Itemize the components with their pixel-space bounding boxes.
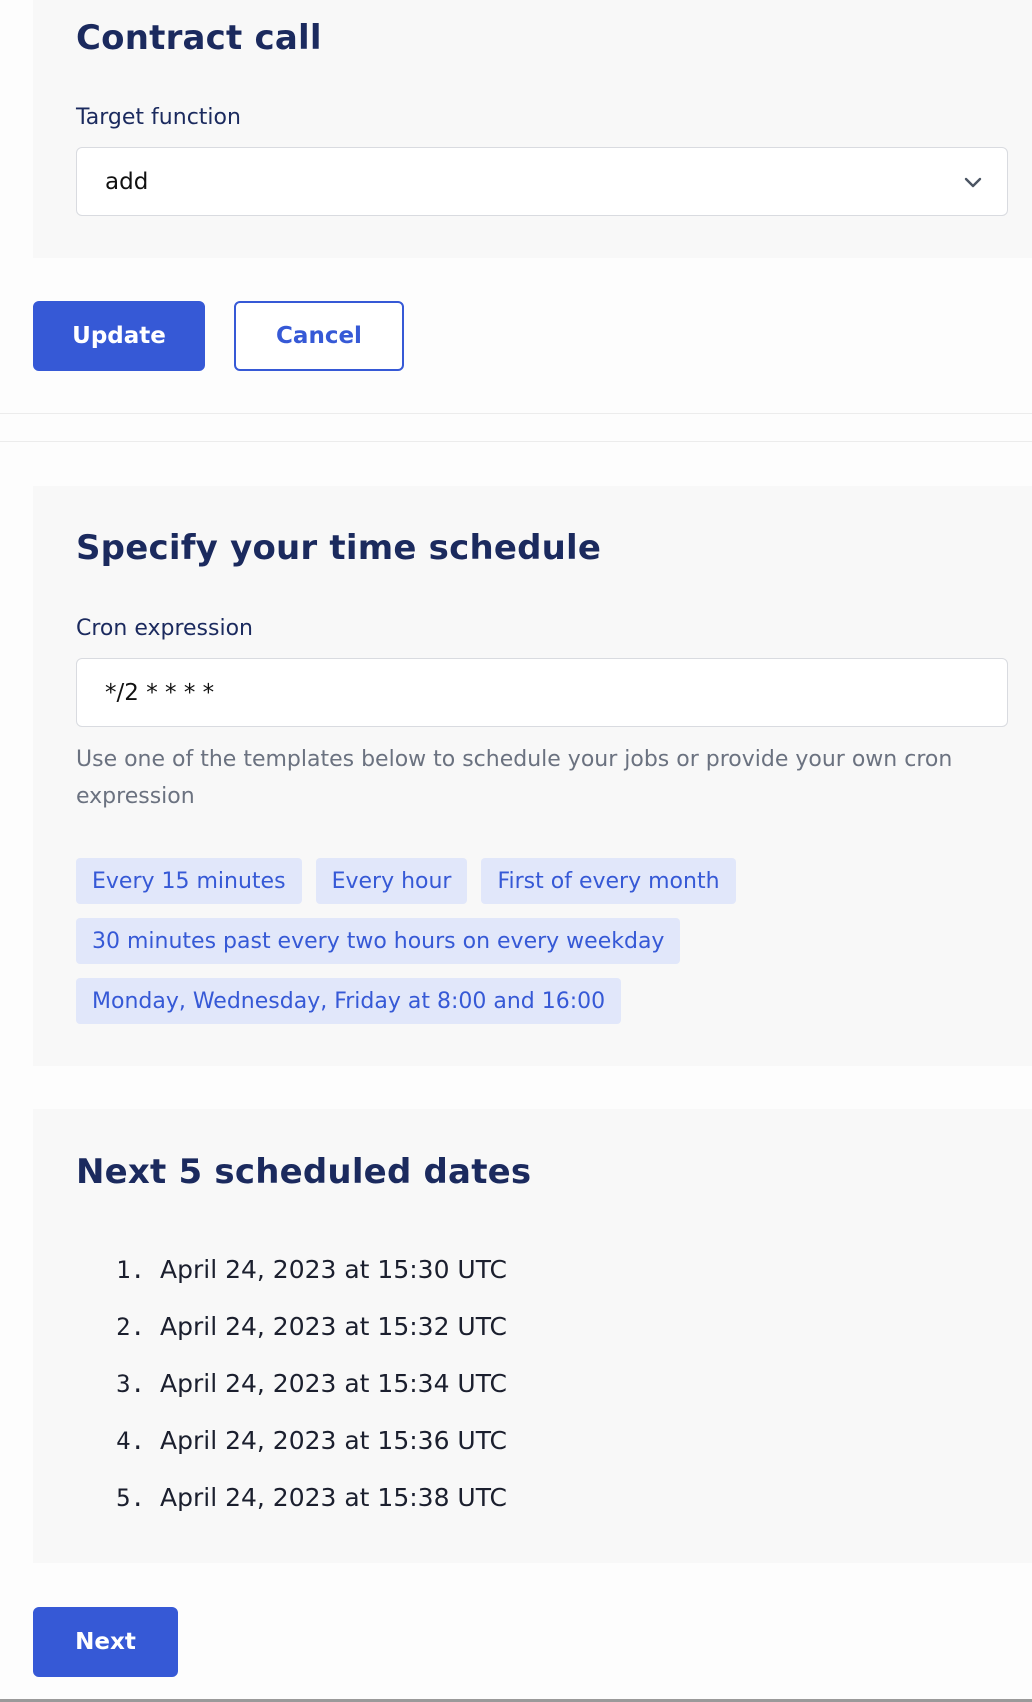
cancel-button[interactable]: Cancel: [234, 301, 404, 371]
scheduled-dates-list: 1. April 24, 2023 at 15:30 UTC 2. April …: [113, 1241, 507, 1526]
template-chip-every-hour[interactable]: Every hour: [315, 858, 468, 904]
divider: [0, 413, 1032, 414]
contract-call-panel: Contract call Target function add: [33, 0, 1032, 258]
target-function-select[interactable]: add: [76, 147, 1008, 216]
date-text: April 24, 2023 at 15:38 UTC: [160, 1483, 507, 1512]
date-text: April 24, 2023 at 15:36 UTC: [160, 1426, 507, 1455]
template-chip-first-of-month[interactable]: First of every month: [481, 858, 736, 904]
chevron-down-icon: [964, 177, 982, 188]
next-button[interactable]: Next: [33, 1607, 178, 1677]
target-function-value: add: [105, 168, 149, 195]
next-dates-title: Next 5 scheduled dates: [76, 1152, 532, 1192]
contract-call-title: Contract call: [76, 18, 322, 58]
date-number: 4.: [116, 1426, 145, 1455]
cron-expression-value: */2 * * * *: [105, 679, 215, 706]
template-chip-weekday-two-hours[interactable]: 30 minutes past every two hours on every…: [76, 918, 681, 964]
update-button[interactable]: Update: [33, 301, 205, 371]
divider: [0, 441, 1032, 442]
next-dates-panel: Next 5 scheduled dates 1. April 24, 2023…: [33, 1109, 1032, 1563]
time-schedule-title: Specify your time schedule: [76, 528, 602, 568]
date-number: 5.: [116, 1483, 145, 1512]
list-item: 2. April 24, 2023 at 15:32 UTC: [113, 1298, 507, 1355]
date-number: 1.: [116, 1255, 145, 1284]
cron-expression-label: Cron expression: [76, 616, 253, 641]
list-item: 3. April 24, 2023 at 15:34 UTC: [113, 1355, 507, 1412]
list-item: 4. April 24, 2023 at 15:36 UTC: [113, 1412, 507, 1469]
template-chip-mwf[interactable]: Monday, Wednesday, Friday at 8:00 and 16…: [76, 978, 622, 1024]
date-text: April 24, 2023 at 15:34 UTC: [160, 1369, 507, 1398]
list-item: 5. April 24, 2023 at 15:38 UTC: [113, 1469, 507, 1526]
date-text: April 24, 2023 at 15:32 UTC: [160, 1312, 507, 1341]
list-item: 1. April 24, 2023 at 15:30 UTC: [113, 1241, 507, 1298]
date-number: 2.: [116, 1312, 145, 1341]
template-chip-row: 30 minutes past every two hours on every…: [76, 918, 681, 964]
page: Contract call Target function add Update…: [0, 0, 1032, 1702]
time-schedule-panel: Specify your time schedule Cron expressi…: [33, 486, 1032, 1066]
template-chip-row: Monday, Wednesday, Friday at 8:00 and 16…: [76, 978, 622, 1024]
date-number: 3.: [116, 1369, 145, 1398]
cron-help-text: Use one of the templates below to schedu…: [76, 747, 953, 809]
cron-expression-input[interactable]: */2 * * * *: [76, 658, 1008, 727]
date-text: April 24, 2023 at 15:30 UTC: [160, 1255, 507, 1284]
target-function-label: Target function: [76, 105, 241, 130]
template-chip-row: Every 15 minutes Every hour First of eve…: [76, 858, 736, 904]
template-chip-every-15-minutes[interactable]: Every 15 minutes: [76, 858, 302, 904]
